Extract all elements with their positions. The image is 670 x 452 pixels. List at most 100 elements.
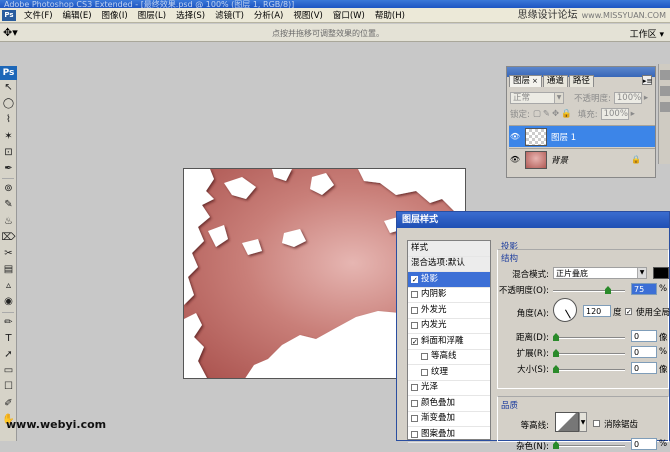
move-tool-icon[interactable]: ↖ [0, 80, 17, 96]
magic-wand-tool-icon[interactable]: ✶ [0, 129, 17, 145]
angle-dial[interactable] [553, 298, 577, 322]
menu-file[interactable]: 文件(F) [19, 9, 58, 21]
watermark-site: 思缘设计论坛 [517, 10, 578, 21]
checkbox[interactable] [411, 430, 418, 438]
style-item-bevel-emboss[interactable]: ✓ 斜面和浮雕 [408, 334, 490, 350]
tab-layers[interactable]: 图层 × [509, 75, 542, 87]
distance-input[interactable]: 0 [631, 330, 657, 342]
dock-icon[interactable] [660, 70, 670, 80]
close-icon[interactable]: × [532, 77, 538, 85]
menu-filter[interactable]: 滤镜(T) [210, 9, 249, 21]
app-icon[interactable]: Ps [2, 9, 16, 21]
dock-icon[interactable] [660, 102, 670, 112]
contour-picker[interactable] [555, 412, 579, 432]
lock-icons[interactable]: ▢✎✥🔒 [533, 109, 574, 119]
spread-slider[interactable] [553, 349, 625, 357]
menu-window[interactable]: 窗口(W) [328, 9, 370, 21]
history-brush-tool-icon[interactable]: ✂ [0, 246, 17, 262]
eraser-tool-icon[interactable]: ⌦ [0, 230, 17, 246]
checkbox[interactable] [421, 353, 428, 361]
menu-layer[interactable]: 图层(L) [133, 9, 171, 21]
fill-arrow-icon[interactable]: ▸ [631, 109, 635, 119]
opacity-label: 不透明度: [574, 94, 611, 104]
menu-view[interactable]: 视图(V) [288, 9, 327, 21]
path-select-tool-icon[interactable]: ➚ [0, 347, 17, 363]
marquee-tool-icon[interactable]: ◯ [0, 96, 17, 112]
opacity-field[interactable]: 100% [613, 92, 642, 104]
style-item-contour[interactable]: 等高线 [408, 350, 490, 365]
opacity-arrow-icon[interactable]: ▸ [644, 93, 648, 103]
style-item-satin[interactable]: 光泽 [408, 381, 490, 396]
angle-input[interactable]: 120 [583, 305, 611, 317]
antialias-checkbox[interactable] [593, 420, 600, 427]
chevron-down-icon[interactable]: ▼ [579, 412, 587, 432]
eyedropper-tool-icon[interactable]: ✐ [0, 396, 17, 412]
noise-slider[interactable] [553, 441, 625, 449]
layer-row-layer1[interactable]: 👁 图层 1 [509, 125, 655, 147]
checkbox[interactable] [411, 322, 418, 330]
eye-icon[interactable]: 👁 [509, 132, 521, 141]
style-item-styles[interactable]: 样式 [408, 241, 490, 257]
tab-channels[interactable]: 通道 [542, 75, 568, 87]
checkbox[interactable] [421, 368, 428, 376]
style-item-inner-glow[interactable]: 内发光 [408, 319, 490, 334]
checkbox[interactable] [411, 415, 418, 423]
antialias-label: 消除锯齿 [604, 420, 639, 430]
size-input[interactable]: 0 [631, 362, 657, 374]
opacity-slider[interactable] [553, 286, 625, 294]
dialog-title[interactable]: 图层样式 [397, 212, 669, 228]
shadow-color-swatch[interactable] [653, 267, 669, 279]
menu-select[interactable]: 选择(S) [171, 9, 210, 21]
gradient-tool-icon[interactable]: ▤ [0, 262, 17, 278]
healing-tool-icon[interactable]: ⊚ [0, 181, 17, 197]
blur-tool-icon[interactable]: ▵ [0, 278, 17, 294]
style-item-texture[interactable]: 纹理 [408, 365, 490, 381]
slice-tool-icon[interactable]: ✒ [0, 161, 17, 177]
layer-row-background[interactable]: 👁 背景 🔒 [509, 148, 655, 170]
shape-tool-icon[interactable]: ▭ [0, 363, 17, 379]
panel-menu-icon[interactable]: ▸≡ [642, 75, 652, 85]
style-item-drop-shadow[interactable]: ✓ 投影 [408, 272, 490, 288]
pen-tool-icon[interactable]: ✏ [0, 315, 17, 331]
size-slider[interactable] [553, 365, 625, 373]
menu-help[interactable]: 帮助(H) [370, 9, 410, 21]
dock-icon[interactable] [660, 86, 670, 96]
checkbox[interactable] [411, 291, 418, 299]
distance-slider[interactable] [553, 333, 625, 341]
blend-mode-select[interactable]: 正常 ▼ [510, 92, 564, 104]
lasso-tool-icon[interactable]: ⌇ [0, 112, 17, 128]
style-item-blending[interactable]: 混合选项:默认 [408, 256, 490, 272]
style-item-pattern-overlay[interactable]: 图案叠加 [408, 427, 490, 443]
dodge-tool-icon[interactable]: ◉ [0, 294, 17, 310]
style-item-color-overlay[interactable]: 颜色叠加 [408, 396, 490, 412]
eye-icon[interactable]: 👁 [509, 155, 521, 164]
crop-tool-icon[interactable]: ⊡ [0, 145, 17, 161]
move-icon[interactable]: ✥▾ [3, 26, 18, 39]
type-tool-icon[interactable]: T [0, 331, 17, 347]
notes-tool-icon[interactable]: ☐ [0, 379, 17, 395]
shadow-blend-select[interactable]: 正片叠底 ▼ [553, 267, 647, 279]
menu-analysis[interactable]: 分析(A) [249, 9, 288, 21]
stamp-tool-icon[interactable]: ♨ [0, 214, 17, 230]
checkbox-checked[interactable]: ✓ [411, 337, 418, 345]
global-light-checkbox[interactable]: ✓ [625, 308, 632, 316]
noise-input[interactable]: 0 [631, 438, 657, 450]
checkbox[interactable] [411, 399, 418, 407]
workspace-button[interactable]: 工作区 ▾ [630, 27, 664, 40]
global-light-label: 使用全局 [636, 308, 670, 318]
spread-input[interactable]: 0 [631, 346, 657, 358]
brush-tool-icon[interactable]: ✎ [0, 197, 17, 213]
tab-paths[interactable]: 路径 [568, 75, 594, 87]
checkbox[interactable] [411, 384, 418, 392]
slider-thumb[interactable] [553, 441, 559, 449]
style-item-inner-shadow[interactable]: 内阴影 [408, 288, 490, 303]
layer-name: 图层 1 [551, 132, 577, 143]
menu-edit[interactable]: 编辑(E) [58, 9, 97, 21]
fill-field[interactable]: 100% [600, 108, 629, 120]
checkbox[interactable] [411, 306, 418, 314]
opacity-input[interactable]: 75 [631, 283, 657, 295]
style-item-outer-glow[interactable]: 外发光 [408, 303, 490, 319]
menu-image[interactable]: 图像(I) [97, 9, 133, 21]
style-item-gradient-overlay[interactable]: 渐变叠加 [408, 412, 490, 427]
checkbox-checked[interactable]: ✓ [411, 275, 418, 283]
